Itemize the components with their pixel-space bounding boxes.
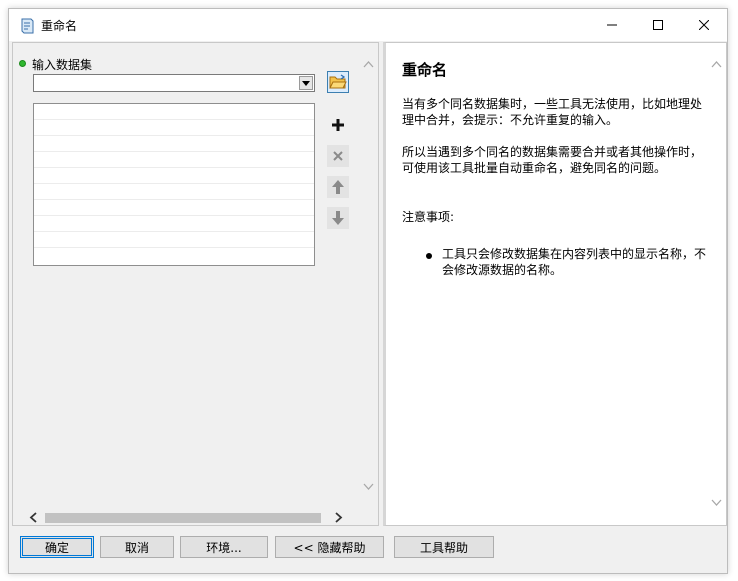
parameters-pane: 输入数据集 xyxy=(12,42,379,526)
dialog-window: 重命名 输入数据集 重命名 当有多个同名数据集时，一些工具无法使用，比如地理处理… xyxy=(8,8,728,574)
close-button[interactable] xyxy=(681,9,727,41)
bullet-icon xyxy=(426,253,432,259)
list-row xyxy=(34,168,314,184)
title-bar: 重命名 xyxy=(9,9,727,41)
list-row xyxy=(34,152,314,168)
minimize-icon xyxy=(607,24,617,26)
chevron-up-icon[interactable] xyxy=(711,61,722,68)
move-down-button[interactable] xyxy=(327,207,349,229)
help-title: 重命名 xyxy=(402,61,448,79)
window-title: 重命名 xyxy=(41,19,78,33)
chevron-up-icon[interactable] xyxy=(363,61,374,68)
required-indicator-icon xyxy=(19,60,26,67)
add-button[interactable] xyxy=(327,114,349,136)
dataset-list[interactable] xyxy=(33,103,315,266)
dropdown-arrow-icon[interactable] xyxy=(299,76,313,90)
horizontal-scroll-thumb[interactable] xyxy=(45,513,321,523)
chevron-right-icon[interactable] xyxy=(335,512,343,523)
close-icon xyxy=(699,20,709,30)
list-row xyxy=(34,136,314,152)
maximize-icon xyxy=(653,20,663,30)
plus-icon xyxy=(332,119,344,131)
list-row xyxy=(34,120,314,136)
list-row xyxy=(34,200,314,216)
left-horizontal-scrollbar[interactable] xyxy=(25,509,359,526)
list-row xyxy=(34,232,314,248)
list-row xyxy=(34,216,314,232)
minimize-button[interactable] xyxy=(589,9,635,41)
help-paragraph-1: 当有多个同名数据集时，一些工具无法使用，比如地理处理中合并，会提示：不允许重复的… xyxy=(402,97,703,127)
right-vertical-scrollbar[interactable] xyxy=(707,43,726,525)
environments-button[interactable]: 环境... xyxy=(180,536,268,558)
arrow-up-icon xyxy=(332,180,344,194)
help-bullet-item: 工具只会修改数据集在内容列表中的显示名称，不会修改源数据的名称。 xyxy=(442,247,707,277)
tool-help-button[interactable]: 工具帮助 xyxy=(394,536,494,558)
arrow-down-icon xyxy=(332,211,344,225)
help-paragraph-2: 所以当遇到多个同名的数据集需要合并或者其他操作时，可使用该工具批量自动重命名，避… xyxy=(402,145,703,175)
chevron-left-icon[interactable] xyxy=(29,512,37,523)
folder-open-icon xyxy=(329,74,347,89)
list-row xyxy=(34,184,314,200)
maximize-button[interactable] xyxy=(635,9,681,41)
chevron-down-icon[interactable] xyxy=(363,483,374,490)
list-row xyxy=(34,104,314,120)
script-tool-icon xyxy=(19,17,35,35)
cancel-button[interactable]: 取消 xyxy=(100,536,174,558)
hide-help-button[interactable]: << 隐藏帮助 xyxy=(275,536,384,558)
chevron-down-icon[interactable] xyxy=(711,499,722,506)
browse-button[interactable] xyxy=(327,71,349,93)
help-notes-heading: 注意事项: xyxy=(402,210,455,224)
remove-button[interactable] xyxy=(327,145,349,167)
left-vertical-scrollbar[interactable] xyxy=(359,43,378,509)
ok-button[interactable]: 确定 xyxy=(20,536,94,558)
move-up-button[interactable] xyxy=(327,176,349,198)
input-dataset-combo[interactable] xyxy=(33,74,315,92)
help-pane: 重命名 当有多个同名数据集时，一些工具无法使用，比如地理处理中合并，会提示：不允… xyxy=(383,42,727,526)
button-bar: 确定 取消 环境... << 隐藏帮助 工具帮助 xyxy=(9,527,727,573)
input-dataset-label: 输入数据集 xyxy=(32,58,93,72)
x-icon xyxy=(333,151,343,161)
